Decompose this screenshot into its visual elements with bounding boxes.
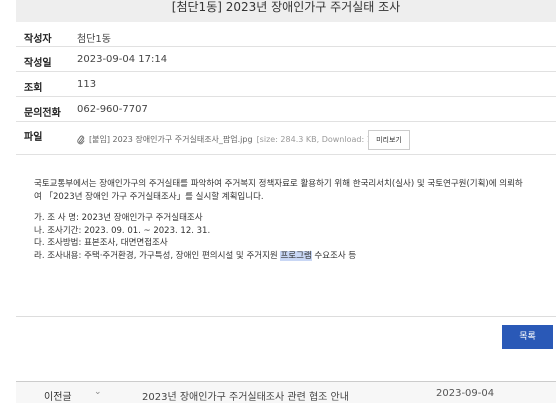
date-value: 2023-09-04 17:14 xyxy=(77,54,168,65)
views-row: 조회 113 xyxy=(16,72,556,97)
attachment-link[interactable]: [붙임] 2023 장애인가구 주거실태조사_팝업.jpg [size: 284… xyxy=(77,134,380,145)
preview-button[interactable]: 미리보기 xyxy=(368,130,410,150)
views-label: 조회 xyxy=(24,83,43,94)
item-d: 라. 조사내용: 주택·주거환경, 가구특성, 장애인 편의시설 및 주거지원 … xyxy=(34,250,554,263)
intro-line-2: 여 「2023년 장애인 가구 주거실태조사」를 실시할 계획입니다. xyxy=(34,191,264,202)
attachment-meta: [size: 284.3 KB, Download: 15] xyxy=(256,135,381,144)
item-d-highlight: 프로그램 xyxy=(280,250,312,261)
item-d-pre: 라. 조사내용: 주택·주거환경, 가구특성, 장애인 편의시설 및 주거지원 xyxy=(34,250,281,261)
list-button[interactable]: 목록 xyxy=(502,325,553,349)
item-d-post: 수요조사 등 xyxy=(311,250,357,261)
date-label: 작성일 xyxy=(24,58,52,69)
phone-row: 문의전화 062-960-7707 xyxy=(16,97,556,122)
views-value: 113 xyxy=(77,79,97,90)
prev-date: 2023-09-04 xyxy=(436,388,495,399)
file-row: 파일 [붙임] 2023 장애인가구 주거실태조사_팝업.jpg [size: … xyxy=(16,122,556,155)
prev-title-link[interactable]: 2023년 장애인가구 주거실태조사 관련 협조 안내 xyxy=(142,388,349,403)
attachment-name[interactable]: [붙임] 2023 장애인가구 주거실태조사_팝업.jpg xyxy=(89,134,253,145)
intro-line-1: 국토교통부에서는 장애인가구의 주거실태를 파악하여 주거복지 정책자료로 활용… xyxy=(34,179,523,189)
post-content: 국토교통부에서는 장애인가구의 주거실태를 파악하여 주거복지 정책자료로 활용… xyxy=(34,178,554,262)
author-row: 작성자 첨단1동 xyxy=(16,22,556,47)
paperclip-icon xyxy=(77,135,85,145)
post-title: [첨단1동] 2023년 장애인가구 주거실태 조사 xyxy=(171,0,401,14)
content-divider xyxy=(16,316,556,317)
prev-post-row[interactable]: 이전글 ⌄ 2023년 장애인가구 주거실태조사 관련 협조 안내 2023-0… xyxy=(16,381,556,403)
item-a: 가. 조 사 명: 2023년 장애인가구 주거실태조사 xyxy=(34,213,203,223)
item-b: 나. 조사기간: 2023. 09. 01. ~ 2023. 12. 31. xyxy=(34,225,211,236)
author-label: 작성자 xyxy=(24,34,52,45)
phone-label: 문의전화 xyxy=(24,108,61,119)
post-title-bar: [첨단1동] 2023년 장애인가구 주거실태 조사 xyxy=(16,0,556,22)
chevron-down-icon: ⌄ xyxy=(94,387,102,397)
date-row: 작성일 2023-09-04 17:14 xyxy=(16,47,556,72)
author-value: 첨단1동 xyxy=(77,34,111,45)
phone-value: 062-960-7707 xyxy=(77,104,148,115)
prev-label: 이전글 xyxy=(44,392,72,403)
file-label: 파일 xyxy=(24,132,43,143)
item-c: 다. 조사방법: 표본조사, 대면면접조사 xyxy=(34,238,168,248)
